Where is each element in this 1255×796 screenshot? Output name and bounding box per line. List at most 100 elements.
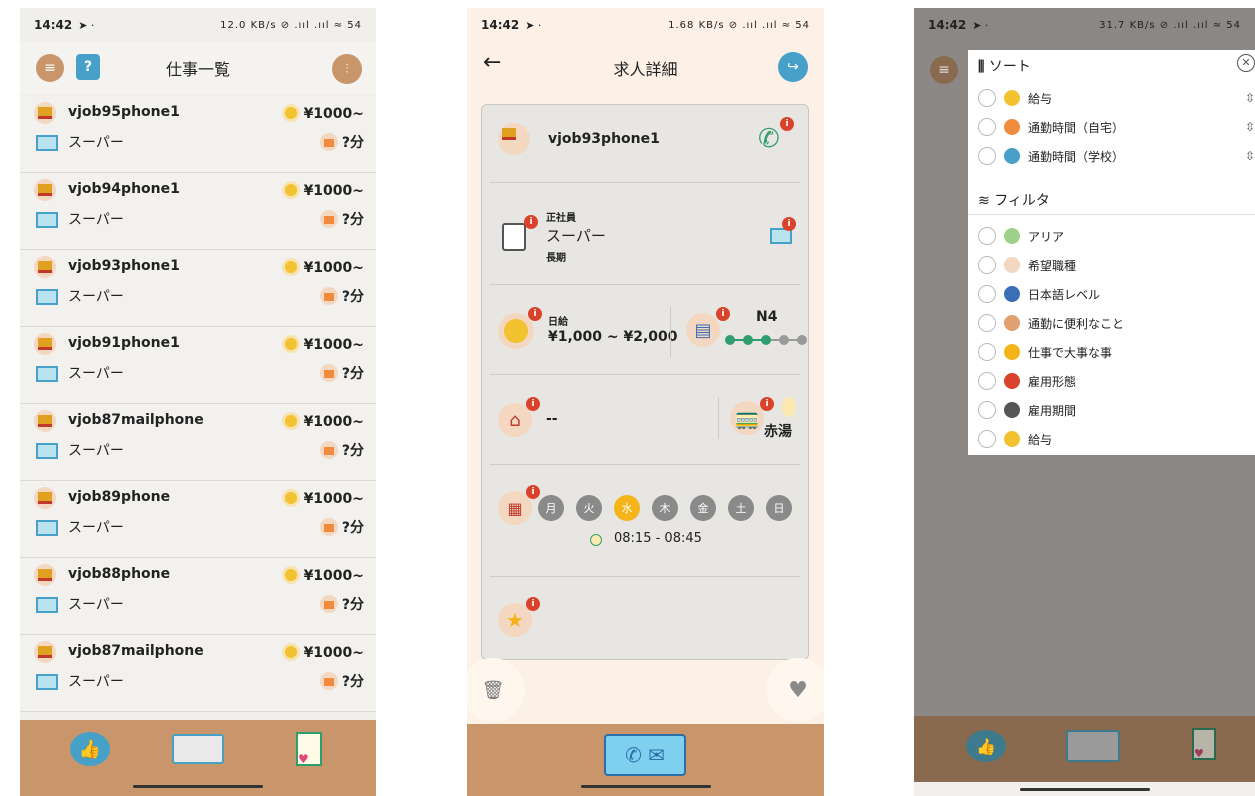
shop-icon — [34, 179, 56, 201]
home-icon — [319, 672, 338, 690]
sort-order-icon[interactable]: ⇳ — [1245, 91, 1255, 105]
status-icons: 12.0 KB/s ⊘ .ııl .ııl ≈ 54 — [220, 19, 362, 31]
job-category: スーパー — [68, 674, 124, 690]
sort-option[interactable]: 通勤時間（学校） ⇳ — [978, 142, 1255, 170]
job-name: vjob94phone1 — [68, 181, 180, 197]
filter-option[interactable]: 希望職種 — [978, 251, 1255, 279]
filter-option[interactable]: アリア — [978, 222, 1255, 250]
commute-time: -- — [546, 411, 558, 427]
building-icon — [34, 592, 58, 614]
salary-value: ¥1000~ — [303, 106, 364, 122]
japanese-level-meter — [725, 335, 807, 345]
job-board-nav-icon[interactable] — [172, 734, 224, 764]
contact-button[interactable]: ✆ ✉ — [604, 734, 686, 776]
working-hours: 08:15 - 08:45 — [614, 531, 702, 546]
home-indicator — [1019, 788, 1150, 791]
filter-option[interactable]: 雇用期間 — [978, 396, 1255, 424]
info-badge[interactable]: i — [780, 117, 794, 131]
company-section: vjob93phone1 ✆ i — [490, 105, 800, 183]
filter-option[interactable]: 雇用形態 — [978, 367, 1255, 395]
radio-button[interactable] — [978, 401, 996, 419]
commute-value: ?分 — [341, 135, 364, 151]
option-icon — [1004, 90, 1020, 106]
employment-section: i 正社員 スーパー 長期 i — [490, 183, 800, 285]
filter-option-label: アリア — [1028, 229, 1065, 244]
radio-button[interactable] — [978, 89, 996, 107]
building-icon — [34, 284, 58, 306]
job-list-item[interactable]: vjob91phone1 スーパー ¥1000~ ?分 — [20, 327, 376, 404]
radio-button[interactable] — [978, 285, 996, 303]
radio-button[interactable] — [978, 372, 996, 390]
home-icon — [319, 364, 338, 382]
home-icon — [319, 441, 338, 459]
close-icon[interactable]: ✕ — [1237, 54, 1255, 72]
heart-icon[interactable]: ♥ — [766, 658, 824, 722]
job-list-item[interactable]: vjob94phone1 スーパー ¥1000~ ?分 — [20, 173, 376, 250]
radio-button[interactable] — [978, 147, 996, 165]
station-name: 赤湯 — [764, 424, 792, 440]
job-category: スーパー — [68, 135, 124, 151]
info-badge[interactable]: i — [782, 217, 796, 231]
radio-button[interactable] — [978, 256, 996, 274]
location-icon: ➤ · — [972, 18, 989, 32]
commute-value: ?分 — [341, 520, 364, 536]
filter-option[interactable]: 日本語レベル — [978, 280, 1255, 308]
info-badge[interactable]: i — [716, 307, 730, 321]
sort-option[interactable]: 給与 ⇳ — [978, 84, 1255, 112]
home-indicator — [133, 785, 263, 788]
filter-option[interactable]: 通勤に便利なこと — [978, 309, 1255, 337]
job-board-nav-icon[interactable] — [1066, 730, 1120, 762]
salary: ¥1000~ — [281, 489, 364, 507]
coin-icon — [281, 412, 300, 430]
info-badge[interactable]: i — [760, 397, 774, 411]
radio-button[interactable] — [978, 314, 996, 332]
info-badge[interactable]: i — [524, 215, 538, 229]
sort-option[interactable]: 通勤時間（自宅） ⇳ — [978, 113, 1255, 141]
job-list: vjob95phone1 スーパー ¥1000~ ?分 vjob94phone1 スーパー… — [20, 96, 376, 712]
job-list-item[interactable]: vjob87mailphone スーパー ¥1000~ ?分 — [20, 404, 376, 481]
radio-button[interactable] — [978, 430, 996, 448]
favorites-nav-icon[interactable]: ♥ — [296, 732, 322, 766]
job-name: vjob88phone — [68, 566, 171, 582]
like-nav-icon[interactable]: 👍 — [70, 732, 110, 766]
shop-icon — [34, 487, 56, 509]
building-icon — [34, 361, 58, 383]
job-list-item[interactable]: vjob88phone スーパー ¥1000~ ?分 — [20, 558, 376, 635]
like-nav-icon[interactable]: 👍 — [966, 730, 1006, 762]
job-list-item[interactable]: vjob93phone1 スーパー ¥1000~ ?分 — [20, 250, 376, 327]
level-dot — [743, 335, 753, 345]
job-name: vjob93phone1 — [68, 258, 180, 274]
salary: ¥1000~ — [281, 104, 364, 122]
info-badge[interactable]: i — [528, 307, 542, 321]
coin-icon — [281, 643, 300, 661]
info-badge[interactable]: i — [526, 597, 540, 611]
share-icon[interactable]: ↪ — [778, 52, 808, 82]
job-list-item[interactable]: vjob95phone1 スーパー ¥1000~ ?分 — [20, 96, 376, 173]
info-badge[interactable]: i — [526, 397, 540, 411]
status-bar: 14:42 ➤ · 12.0 KB/s ⊘ .ııl .ııl ≈ 54 — [20, 8, 376, 42]
salary: ¥1000~ — [281, 566, 364, 584]
filter-option[interactable]: 仕事で大事な事 — [978, 338, 1255, 366]
sort-order-icon[interactable]: ⇳ — [1245, 120, 1255, 134]
filter-icon[interactable]: ⫶ — [332, 54, 362, 84]
job-list-item[interactable]: vjob89phone スーパー ¥1000~ ?分 — [20, 481, 376, 558]
radio-button[interactable] — [978, 343, 996, 361]
favorites-nav-icon[interactable]: ♥ — [1192, 728, 1216, 760]
commute-time: ?分 — [319, 594, 364, 614]
pay-language-section: i 日給 ¥1,000 ~ ¥2,000 ▤ i N4 — [490, 285, 807, 375]
salary-value: ¥1000~ — [303, 337, 364, 353]
job-category: スーパー — [68, 289, 124, 305]
radio-button[interactable] — [978, 118, 996, 136]
sort-order-icon[interactable]: ⇳ — [1245, 149, 1255, 163]
status-time: 14:42 — [34, 18, 73, 32]
filter-option[interactable]: 給与 — [978, 425, 1255, 453]
trash-icon[interactable]: 🗑 — [467, 658, 525, 722]
job-name: vjob89phone — [68, 489, 171, 505]
radio-button[interactable] — [978, 227, 996, 245]
job-list-item[interactable]: vjob87mailphone スーパー ¥1000~ ?分 — [20, 635, 376, 712]
coin-icon — [281, 258, 300, 276]
option-icon — [1004, 402, 1020, 418]
app-header: ≡ ? 仕事一覧 ⫶ — [20, 42, 376, 94]
location-icon: ➤ · — [525, 18, 542, 32]
home-indicator — [580, 785, 711, 788]
